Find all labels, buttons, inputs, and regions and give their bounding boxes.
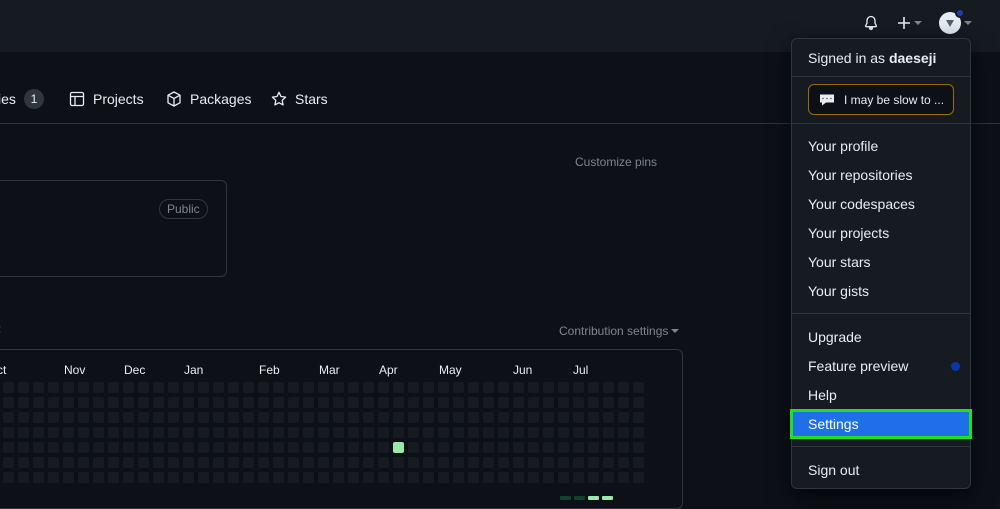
tab-packages[interactable]: Packages: [166, 76, 251, 122]
divider: [792, 123, 970, 124]
menu-item-your-repositories[interactable]: Your repositories: [792, 162, 970, 188]
menu-item-settings[interactable]: Settings: [790, 409, 972, 439]
user-dropdown-menu: Signed in as daeseji I may be slow to ..…: [790, 38, 972, 489]
tab-repositories[interactable]: ies 1: [0, 76, 44, 122]
divider: [792, 446, 970, 447]
create-new-button[interactable]: [894, 12, 924, 34]
chevron-down-icon: [913, 21, 922, 25]
tab-projects-label: Projects: [93, 91, 144, 107]
username: daeseji: [888, 50, 937, 66]
status-dot: [954, 8, 965, 18]
feature-preview-label: Feature preview: [808, 358, 909, 374]
tab-repositories-label: ies: [0, 91, 16, 107]
tab-stars[interactable]: Stars: [271, 76, 328, 122]
signed-in-prefix: Signed in as: [808, 50, 886, 66]
month-label: Feb: [259, 363, 280, 377]
menu-item-your-projects[interactable]: Your projects: [792, 220, 970, 246]
contribution-settings-button[interactable]: Contribution settings: [559, 324, 680, 338]
speech-bubble-icon: [820, 94, 834, 105]
month-label: Dec: [124, 363, 146, 377]
plus-icon: [897, 17, 910, 29]
star-icon: [271, 91, 287, 106]
month-label: Jan: [184, 363, 204, 377]
pinned-repo-card[interactable]: [0, 180, 227, 277]
repositories-counter: 1: [23, 89, 44, 109]
signed-in-as: Signed in as daeseji: [808, 50, 936, 66]
menu-item-your-gists[interactable]: Your gists: [792, 278, 970, 304]
month-label: Apr: [379, 363, 398, 377]
month-label: ct: [0, 363, 7, 377]
divider: [792, 76, 970, 77]
tab-packages-label: Packages: [190, 91, 252, 107]
bell-icon: [864, 15, 878, 31]
month-label: Nov: [64, 363, 86, 377]
avatar-image-icon: [945, 20, 954, 27]
contribution-settings-label: Contribution settings: [559, 324, 669, 338]
visibility-badge: Public: [159, 199, 208, 219]
set-status-button[interactable]: I may be slow to ...: [808, 84, 954, 115]
menu-item-your-stars[interactable]: Your stars: [792, 249, 970, 275]
package-icon: [167, 91, 181, 107]
menu-item-sign-out[interactable]: Sign out: [792, 457, 970, 483]
month-label: May: [439, 363, 462, 377]
avatar-menu-button[interactable]: [937, 8, 973, 34]
tab-stars-label: Stars: [295, 91, 328, 107]
month-label: Jun: [513, 363, 533, 377]
new-indicator-dot: [951, 362, 960, 371]
table-icon: [69, 91, 85, 107]
chevron-down-icon: [671, 329, 680, 333]
tab-projects[interactable]: Projects: [69, 76, 144, 122]
status-text: I may be slow to ...: [844, 92, 945, 107]
divider: [792, 313, 970, 314]
menu-item-feature-preview[interactable]: Feature preview: [792, 353, 970, 379]
notifications-button[interactable]: [860, 12, 882, 34]
contributions-heading-fragment: :: [0, 322, 1, 336]
menu-item-your-codespaces[interactable]: Your codespaces: [792, 191, 970, 217]
month-label: Mar: [319, 363, 340, 377]
menu-item-help[interactable]: Help: [792, 382, 970, 408]
menu-item-your-profile[interactable]: Your profile: [792, 133, 970, 159]
customize-pins-link[interactable]: Customize pins: [575, 155, 657, 169]
chevron-down-icon: [963, 21, 972, 25]
month-label: Jul: [573, 363, 589, 377]
menu-item-upgrade[interactable]: Upgrade: [792, 324, 970, 350]
avatar: [938, 8, 965, 34]
